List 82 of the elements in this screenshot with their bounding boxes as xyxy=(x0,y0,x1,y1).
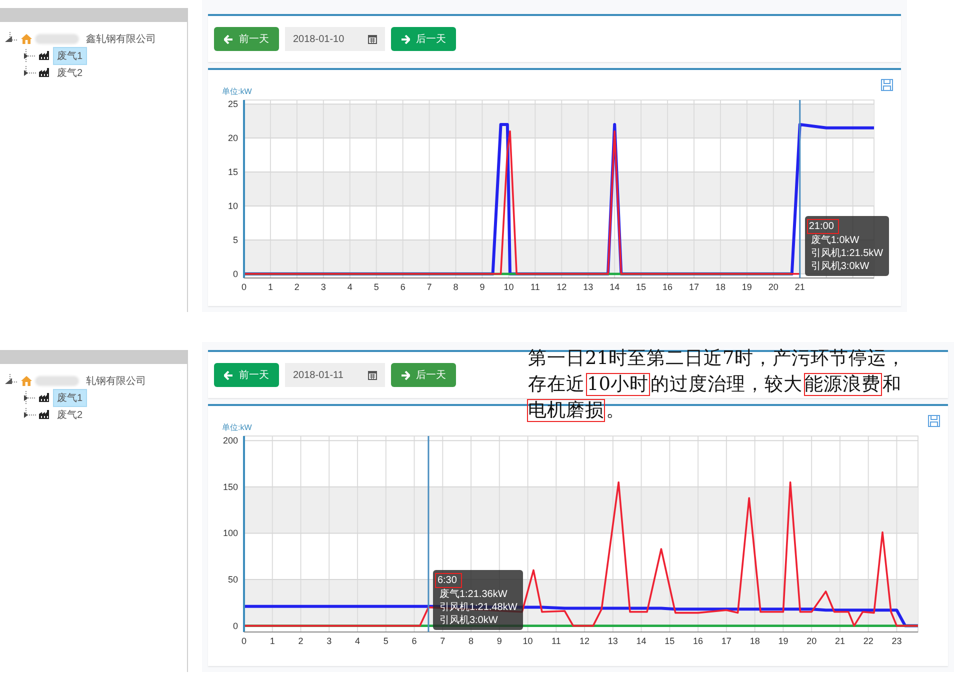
date-value: 2018-01-10 xyxy=(293,34,344,44)
axis-tick-label: 7 xyxy=(440,636,446,646)
axis-tick-label: 13 xyxy=(608,636,618,646)
axis-tick-label: 21 xyxy=(834,636,845,646)
axis-tick-label: 18 xyxy=(715,282,726,292)
axis-tick-label: 0 xyxy=(232,620,238,631)
tooltip-time: 21:00 xyxy=(806,219,839,234)
tooltip-value: 引风机3:0kW xyxy=(810,260,870,273)
axis-tick-label: 20 xyxy=(806,636,817,646)
axis-tick-label: 9 xyxy=(480,282,485,292)
tooltip-time: 6:30 xyxy=(435,573,462,588)
axis-tick-label: 19 xyxy=(742,282,752,292)
date-field[interactable]: 2018-01-11 xyxy=(285,363,385,387)
axis-tick-label: 21 xyxy=(794,282,805,292)
axis-tick-label: 5 xyxy=(232,234,238,245)
axis-tick-label: 8 xyxy=(453,282,458,292)
tooltip-value: 引风机1:21.48kW xyxy=(439,601,518,614)
axis-tick-label: 19 xyxy=(778,636,788,646)
axis-tick-label: 1 xyxy=(270,636,275,646)
previous-day-button[interactable]: 前一天 xyxy=(214,27,279,51)
axis-tick-label: 20 xyxy=(768,282,778,292)
axis-tick-label: 15 xyxy=(636,282,646,292)
next-day-button[interactable]: 后一天 xyxy=(391,27,456,51)
axis-tick-label: 4 xyxy=(355,636,360,646)
axis-tick-label: 25 xyxy=(228,99,238,110)
axis-tick-label: 5 xyxy=(383,636,388,646)
axis-tick-label: 10 xyxy=(522,636,533,646)
axis-tick-label: 150 xyxy=(222,482,238,492)
tree-item[interactable]: 废气1 xyxy=(53,388,87,406)
axis-tick-label: 3 xyxy=(326,636,332,646)
tree-item[interactable]: 废气2 xyxy=(53,64,87,82)
tree-item[interactable]: 废气2 xyxy=(53,406,87,424)
next-day-button[interactable]: 后一天 xyxy=(391,363,456,387)
axis-tick-label: 9 xyxy=(496,636,502,646)
axis-tick-label: 23 xyxy=(892,636,902,646)
axis-tick-label: 0 xyxy=(232,268,238,279)
annotation-text: 第一日21时至第二日近7时，产污环节停运， 存在近 10小时 的过度治理，较大能源浪费和 电机磨损。 xyxy=(527,347,906,424)
axis-tick-label: 4 xyxy=(347,282,352,292)
axis-tick-label: 20 xyxy=(228,133,238,144)
axis-tick-label: 1 xyxy=(268,282,273,292)
axis-tick-label: 6 xyxy=(412,636,417,646)
axis-tick-label: 2 xyxy=(298,636,304,646)
date-value: 2018-01-11 xyxy=(293,370,344,380)
axis-tick-label: 16 xyxy=(693,636,704,646)
axis-tick-label: 15 xyxy=(664,636,675,646)
axis-tick-label: 10 xyxy=(504,282,514,292)
axis-tick-label: 17 xyxy=(689,282,699,292)
tooltip-value: 废气1:0kW xyxy=(810,234,860,247)
axis-tick-label: 0 xyxy=(242,282,246,292)
tree-item[interactable]: 废气1 xyxy=(53,46,87,64)
axis-tick-label: 14 xyxy=(636,636,646,646)
axis-tick-label: 13 xyxy=(583,282,594,292)
tree-item[interactable]: 鑫轧钢有限公司 xyxy=(82,30,160,48)
axis-tick-label: 16 xyxy=(662,282,673,292)
axis-tick-label: 10 xyxy=(228,200,238,211)
axis-tick-label: 7 xyxy=(426,282,432,292)
tooltip-value: 引风机1:21.5kW xyxy=(810,247,884,260)
unit-label: 单位:kW xyxy=(222,422,252,433)
date-field[interactable]: 2018-01-10 xyxy=(285,27,385,51)
axis-tick-label: 11 xyxy=(530,282,540,292)
axis-tick-label: 15 xyxy=(228,167,238,178)
axis-tick-label: 8 xyxy=(468,636,474,646)
axis-tick-label: 2 xyxy=(294,282,300,292)
axis-tick-label: 22 xyxy=(863,636,874,646)
axis-tick-label: 200 xyxy=(222,436,238,446)
unit-label: 单位:kW xyxy=(222,86,252,97)
axis-tick-label: 12 xyxy=(580,636,590,646)
axis-tick-label: 50 xyxy=(228,574,238,584)
tooltip-value: 引风机3:0kW xyxy=(439,614,499,627)
tree-item[interactable]: 轧钢有限公司 xyxy=(82,372,150,390)
axis-tick-label: 17 xyxy=(721,636,732,646)
axis-tick-label: 12 xyxy=(556,282,567,292)
previous-day-button[interactable]: 前一天 xyxy=(214,363,279,387)
axis-tick-label: 3 xyxy=(320,282,326,292)
axis-tick-label: 14 xyxy=(610,282,620,292)
axis-tick-label: 5 xyxy=(374,282,379,292)
axis-tick-label: 6 xyxy=(400,282,406,292)
tooltip-value: 废气1:21.36kW xyxy=(439,588,508,601)
axis-tick-label: 100 xyxy=(222,528,238,538)
axis-tick-label: 18 xyxy=(750,636,760,646)
axis-tick-label: 11 xyxy=(552,636,561,646)
axis-tick-label: 0 xyxy=(242,636,246,646)
